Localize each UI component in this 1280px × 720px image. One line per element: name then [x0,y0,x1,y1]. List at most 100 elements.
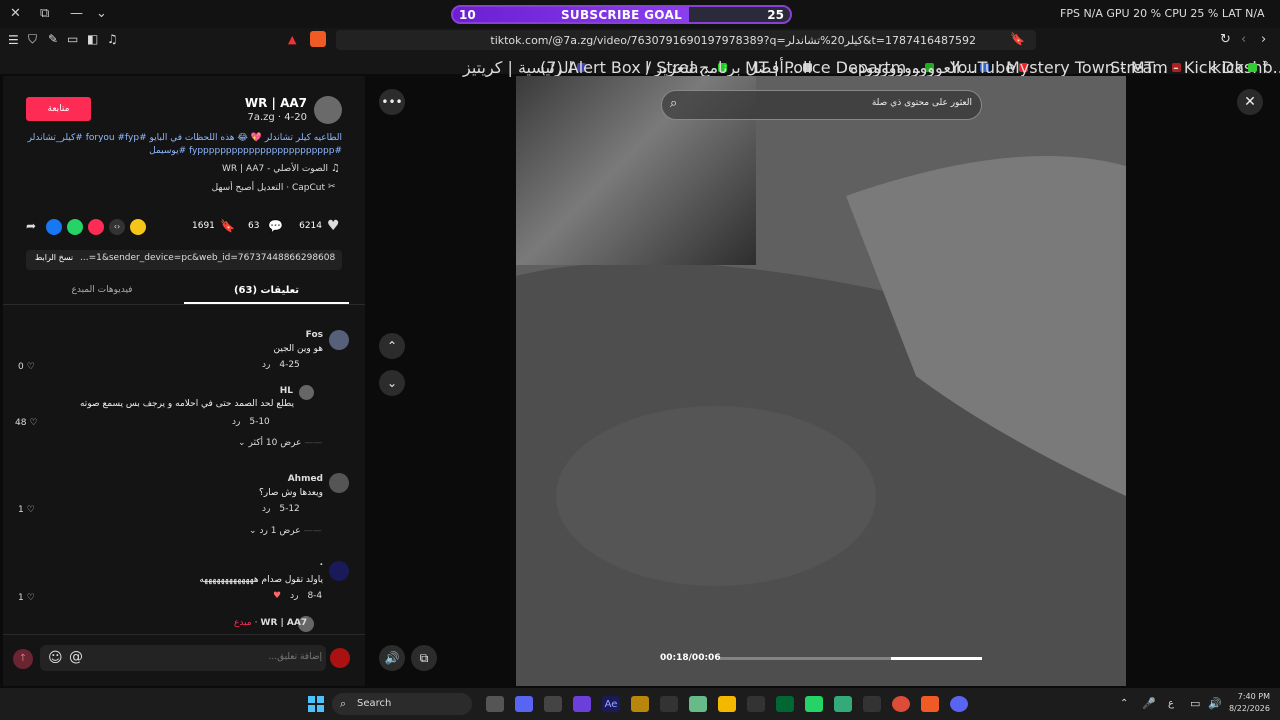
save-icon[interactable]: 🔖 [220,219,235,233]
whatsapp-icon[interactable] [67,219,83,235]
music-icon[interactable]: ♫ [107,32,118,46]
brave-icon[interactable] [921,696,939,712]
sound-name[interactable]: الصوت الأصلي - WR | AA7 [120,164,328,174]
copy-link-button[interactable]: نسخ الرابط [30,253,78,262]
whatsapp-icon[interactable] [805,696,823,712]
repost-icon[interactable] [88,219,104,235]
obs-icon[interactable] [660,696,678,712]
app-icon[interactable] [863,696,881,712]
taskbar-search[interactable] [332,693,472,715]
reply-button[interactable]: رد [262,504,270,514]
commenter-name[interactable]: Ahmed [150,474,323,484]
commenter-avatar[interactable] [299,385,314,400]
capcut-label[interactable]: CapCut · التعديل أصبح أسهل [120,183,325,193]
chevron-down-icon[interactable]: ⌄ [96,6,107,21]
brave-shield-icon[interactable] [310,31,326,47]
brave-rewards-icon[interactable]: ▲ [288,33,296,46]
microphone-icon[interactable]: 🎤 [1142,697,1156,710]
sidebar-icon[interactable]: ◧ [87,32,98,46]
divider [3,634,365,635]
restore-icon[interactable]: ⧉ [40,6,49,21]
emoji-icon[interactable]: ☺ [48,650,63,666]
app-icon[interactable] [834,696,852,712]
back-icon[interactable]: ‹ [1241,32,1246,47]
app-icon[interactable] [631,696,649,712]
clock-date[interactable]: 8/22/2026 [1222,704,1270,713]
follow-button[interactable]: متابعة [26,97,91,121]
reply-button[interactable]: رد [290,591,298,601]
reply-button[interactable]: رد [232,417,240,427]
view-more-replies[interactable]: ⌄ عرض 1 رد —— [249,526,322,536]
volume-icon[interactable]: 🔊 [1208,697,1222,710]
menu-icon[interactable]: ☰ [8,33,19,47]
close-icon[interactable]: ✕ [1237,89,1263,115]
after-effects-icon[interactable]: Ae [602,696,620,712]
author-name[interactable]: WR | AA7 [150,96,307,110]
user-avatar[interactable] [330,648,350,668]
commenter-name[interactable]: . [150,558,323,568]
send-button[interactable]: ↑ [13,649,33,669]
embed-icon[interactable]: ‹› [109,219,125,235]
tab-comments[interactable]: تعليقات (63) [184,285,349,296]
comment-likes[interactable]: 1 ♡ [18,593,35,603]
app-icon[interactable] [544,696,562,712]
pin-icon[interactable]: ✎ [48,32,58,46]
comment-likes[interactable]: 1 ♡ [18,505,35,515]
commenter-avatar[interactable] [329,330,349,350]
file-explorer-icon[interactable] [718,696,736,712]
mention-icon[interactable]: @ [69,649,83,665]
volume-icon[interactable]: 🔊 [379,645,405,671]
forward-icon[interactable]: › [1261,32,1266,47]
goal-target: 25 [767,7,784,22]
clock-time[interactable]: 7:40 PM [1228,692,1270,701]
more-options-icon[interactable]: ••• [379,89,405,115]
shield-icon[interactable]: ⛉ [28,32,37,47]
heart-outline-icon: ♡ [29,418,38,428]
task-view-icon[interactable] [486,696,504,712]
comment-likes[interactable]: 0 ♡ [18,362,35,372]
comment-meta: رد 5-10 [232,417,270,427]
video-link[interactable]: ...=1&sender_device=pc&web_id=7673744886… [80,253,336,263]
view-more-replies[interactable]: ⌄ عرض 10 أكثر —— [238,438,322,448]
network-icon[interactable]: ▭ [1190,697,1200,710]
app-icon[interactable] [573,696,591,712]
commenter-name[interactable]: Fos [150,330,323,340]
tab-creator-videos[interactable]: فيديوهات المبدع [20,285,184,295]
bookmark-item[interactable]: kick [1212,58,1257,77]
search-icon[interactable]: ⌕ [670,96,677,111]
reload-icon[interactable]: ↻ [1220,32,1231,47]
comment-icon[interactable]: 💬 [268,219,283,233]
commenter-name[interactable]: HL [150,386,293,396]
app-icon[interactable] [689,696,707,712]
bookmark-icon[interactable]: 🔖 [1010,32,1025,46]
tabs-icon[interactable]: ▭ [67,32,78,46]
pip-icon[interactable]: ⧉ [411,645,437,671]
chevron-up-icon[interactable]: ⌃ [1120,698,1128,709]
app-icon[interactable] [776,696,794,712]
reply-button[interactable]: رد [262,360,270,370]
language-indicator[interactable]: ع [1168,698,1174,709]
facebook-icon[interactable] [46,219,62,235]
more-bookmarks-icon[interactable]: » [1262,56,1269,69]
minimize-icon[interactable]: — [70,6,83,21]
divider [3,304,365,305]
close-icon[interactable]: ✕ [10,6,21,21]
discord-icon[interactable] [950,696,968,712]
comment-text: هو وين الجين [273,344,323,354]
discord-icon[interactable] [515,696,533,712]
previous-video-icon[interactable]: ⌃ [379,333,405,359]
goal-label: SUBSCRIBE GOAL [560,7,683,22]
comment-likes[interactable]: 48 ♡ [15,418,38,428]
comment-meta: ♥ رد 8-4 [273,591,322,601]
commenter-avatar[interactable] [329,561,349,581]
address-bar[interactable]: tiktok.com/@7a.zg/video/7630791690197978… [336,30,1036,50]
settings-icon[interactable] [747,696,765,712]
chrome-icon[interactable] [892,696,910,712]
heart-icon[interactable]: ♥ [327,218,340,234]
commenter-avatar[interactable] [329,473,349,493]
start-icon[interactable] [308,696,324,712]
share-icon[interactable]: ➦ [26,219,36,233]
coin-icon[interactable] [130,219,146,235]
author-avatar[interactable] [314,96,342,124]
next-video-icon[interactable]: ⌄ [379,370,405,396]
